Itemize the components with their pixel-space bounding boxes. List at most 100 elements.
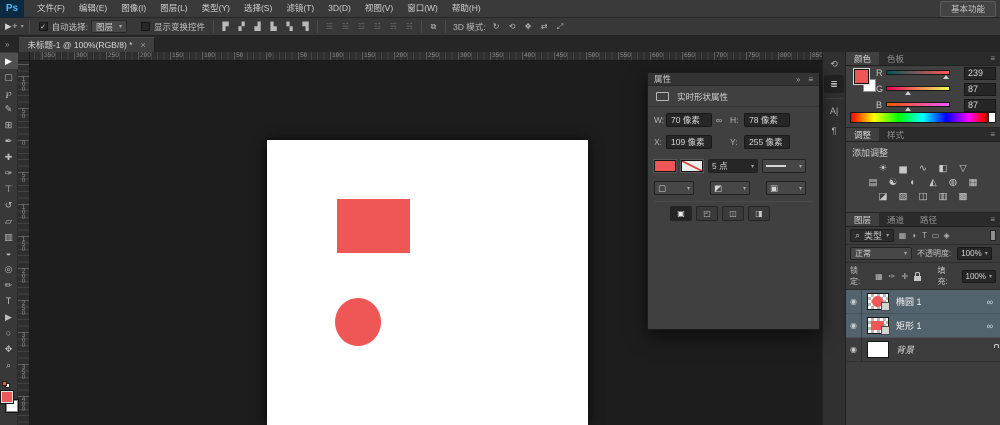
channel-mixer-icon[interactable]: ◍ xyxy=(946,176,961,189)
foreground-color-swatch[interactable] xyxy=(854,69,869,84)
distribute-left-edges-icon[interactable]: ☳ xyxy=(371,20,384,33)
height-field[interactable]: 78 像素 xyxy=(744,113,790,127)
crop-tool[interactable]: ⊞ xyxy=(0,117,18,133)
stroke-color-swatch[interactable] xyxy=(681,160,703,172)
tab-overflow-icon[interactable]: » xyxy=(5,40,9,49)
filter-adjustment-layers-icon[interactable]: ◑ xyxy=(908,230,919,242)
矩形 1[interactable]: ◉ 矩形 1 ∞ xyxy=(846,313,1000,338)
distribute-top-edges-icon[interactable]: ☰ xyxy=(323,20,336,33)
distribute-horizontal-centers-icon[interactable]: ☴ xyxy=(387,20,400,33)
blue-channel-value[interactable]: 87 xyxy=(964,99,996,112)
clone-stamp-tool[interactable]: ⊤ xyxy=(0,181,18,197)
align-top-edges-icon[interactable]: ▛ xyxy=(219,20,232,33)
threshold-icon[interactable]: ◫ xyxy=(916,190,931,203)
hue-saturation-icon[interactable]: ▤ xyxy=(866,176,881,189)
properties-panel-header[interactable]: 属性 » ≡ xyxy=(648,73,819,86)
zoom-tool[interactable]: ⌕ xyxy=(0,357,18,373)
default-colors-icon[interactable] xyxy=(2,381,11,388)
align-bottom-edges-icon[interactable]: ▟ xyxy=(251,20,264,33)
panel-menu-icon[interactable]: ≡ xyxy=(990,213,1000,227)
properties-panel-icon[interactable]: ≣ xyxy=(824,75,844,93)
horizontal-ruler[interactable]: 350 300 250 200 150 100 50 0 50 100 150 200 250 300 35… xyxy=(18,52,845,61)
slider-thumb[interactable] xyxy=(904,91,911,95)
auto-select-checkbox[interactable]: ✓ xyxy=(38,22,48,31)
layer-visibility-eye-icon[interactable]: ◉ xyxy=(846,313,862,338)
gradient-tool[interactable]: ▥ xyxy=(0,229,18,245)
lock-all-icon[interactable] xyxy=(913,271,923,281)
blur-tool[interactable]: ◒ xyxy=(0,245,18,261)
align-left-edges-icon[interactable]: ▙ xyxy=(267,20,280,33)
menu-item[interactable]: 窗口(W) xyxy=(400,0,445,17)
vertical-ruler[interactable]: 100 50 0 50 100 150 200 250 300 350 400 xyxy=(18,61,30,425)
document-canvas[interactable] xyxy=(267,140,588,425)
vibrance-icon[interactable]: ▽ xyxy=(956,162,971,175)
intersect-shapes-icon[interactable]: ◫ xyxy=(722,206,744,221)
character-panel-icon[interactable]: A| xyxy=(824,102,844,120)
panel-tab[interactable]: 样式 xyxy=(879,128,912,141)
lock-transparent-pixels-icon[interactable]: ▦ xyxy=(874,272,884,281)
stroke-width-field[interactable]: 5 点 ▾ xyxy=(708,159,758,173)
panel-tab[interactable]: 路径 xyxy=(912,213,945,226)
menu-item[interactable]: 视图(V) xyxy=(358,0,400,17)
lock-position-icon[interactable]: ✛ xyxy=(900,272,910,281)
document-tab[interactable]: 未标题-1 @ 100%(RGB/8) * × xyxy=(19,37,155,52)
3d-pan-camera-icon[interactable]: ✥ xyxy=(522,20,535,33)
color-spectrum-ramp[interactable] xyxy=(850,112,996,123)
link-dimensions-icon[interactable]: ∞ xyxy=(716,113,722,127)
panel-tab[interactable]: 颜色 xyxy=(846,52,880,65)
menu-item[interactable]: 3D(D) xyxy=(321,0,358,17)
move-tool[interactable]: ▶ xyxy=(0,53,18,69)
curves-icon[interactable]: ∿ xyxy=(916,162,931,175)
blue-channel-slider[interactable] xyxy=(886,102,950,107)
opacity-field[interactable]: 100% ▾ xyxy=(957,247,992,260)
layer-thumbnail[interactable] xyxy=(867,293,890,311)
auto-align-layers-icon[interactable]: ⧉ xyxy=(427,20,440,33)
black-white-icon[interactable]: ◐ xyxy=(906,176,921,189)
menu-item[interactable]: 滤镜(T) xyxy=(279,0,321,17)
paragraph-panel-icon[interactable]: ¶ xyxy=(824,122,844,140)
eyedropper-tool[interactable]: ✒ xyxy=(0,133,18,149)
dodge-tool[interactable]: ◎ xyxy=(0,261,18,277)
align-vertical-centers-icon[interactable]: ▞ xyxy=(235,20,248,33)
layer-visibility-eye-icon[interactable]: ◉ xyxy=(846,337,862,362)
panel-tab[interactable]: 色板 xyxy=(879,52,912,65)
slider-thumb[interactable] xyxy=(904,107,911,111)
green-channel-slider[interactable] xyxy=(886,86,950,91)
brush-tool[interactable]: ✑ xyxy=(0,165,18,181)
distribute-bottom-edges-icon[interactable]: ☲ xyxy=(355,20,368,33)
filter-shape-layers-icon[interactable]: ▭ xyxy=(930,230,941,242)
type-tool[interactable]: T xyxy=(0,293,18,309)
menu-item[interactable]: 编辑(E) xyxy=(72,0,114,17)
3d-slide-camera-icon[interactable]: ⇄ xyxy=(538,20,551,33)
auto-select-target-dropdown[interactable]: 图层 ▾ xyxy=(90,20,127,33)
color-balance-icon[interactable]: ☯ xyxy=(886,176,901,189)
history-brush-tool[interactable]: ↺ xyxy=(0,197,18,213)
3d-zoom-camera-icon[interactable]: ⤢ xyxy=(554,20,567,33)
quick-selection-tool[interactable]: ✎ xyxy=(0,101,18,117)
menu-item[interactable]: 类型(Y) xyxy=(195,0,237,17)
y-field[interactable]: 255 像素 xyxy=(744,135,790,149)
close-icon[interactable]: × xyxy=(140,40,145,50)
layer-name[interactable]: 背景 xyxy=(896,343,914,356)
slider-thumb[interactable] xyxy=(942,75,949,79)
panel-tab[interactable]: 调整 xyxy=(846,128,880,141)
levels-icon[interactable]: ▅ xyxy=(896,162,911,175)
menu-item[interactable]: 图层(L) xyxy=(153,0,194,17)
layer-name[interactable]: 椭圆 1 xyxy=(896,295,922,308)
blend-mode-dropdown[interactable]: 正常 ▾ xyxy=(850,247,912,260)
menu-item[interactable]: 帮助(H) xyxy=(445,0,488,17)
x-field[interactable]: 109 像素 xyxy=(666,135,712,149)
panel-menu-icon[interactable]: ≡ xyxy=(808,75,813,84)
gradient-map-icon[interactable]: ▥ xyxy=(936,190,951,203)
layer-filtering-toggle[interactable] xyxy=(990,230,996,241)
背景[interactable]: ◉ 背景 ∞ xyxy=(846,337,1000,362)
foreground-color-swatch[interactable] xyxy=(1,391,13,403)
combine-shapes-icon[interactable]: ▣ xyxy=(670,206,692,221)
filter-type-layers-icon[interactable]: T xyxy=(919,230,930,242)
white-chip[interactable] xyxy=(988,113,995,122)
current-tool-badge[interactable]: ▶ ✛ ▾ xyxy=(5,21,24,32)
green-channel-value[interactable]: 87 xyxy=(964,83,996,96)
width-field[interactable]: 70 像素 xyxy=(666,113,712,127)
fill-color-swatch[interactable] xyxy=(654,160,676,172)
spot-healing-brush-tool[interactable]: ✚ xyxy=(0,149,18,165)
